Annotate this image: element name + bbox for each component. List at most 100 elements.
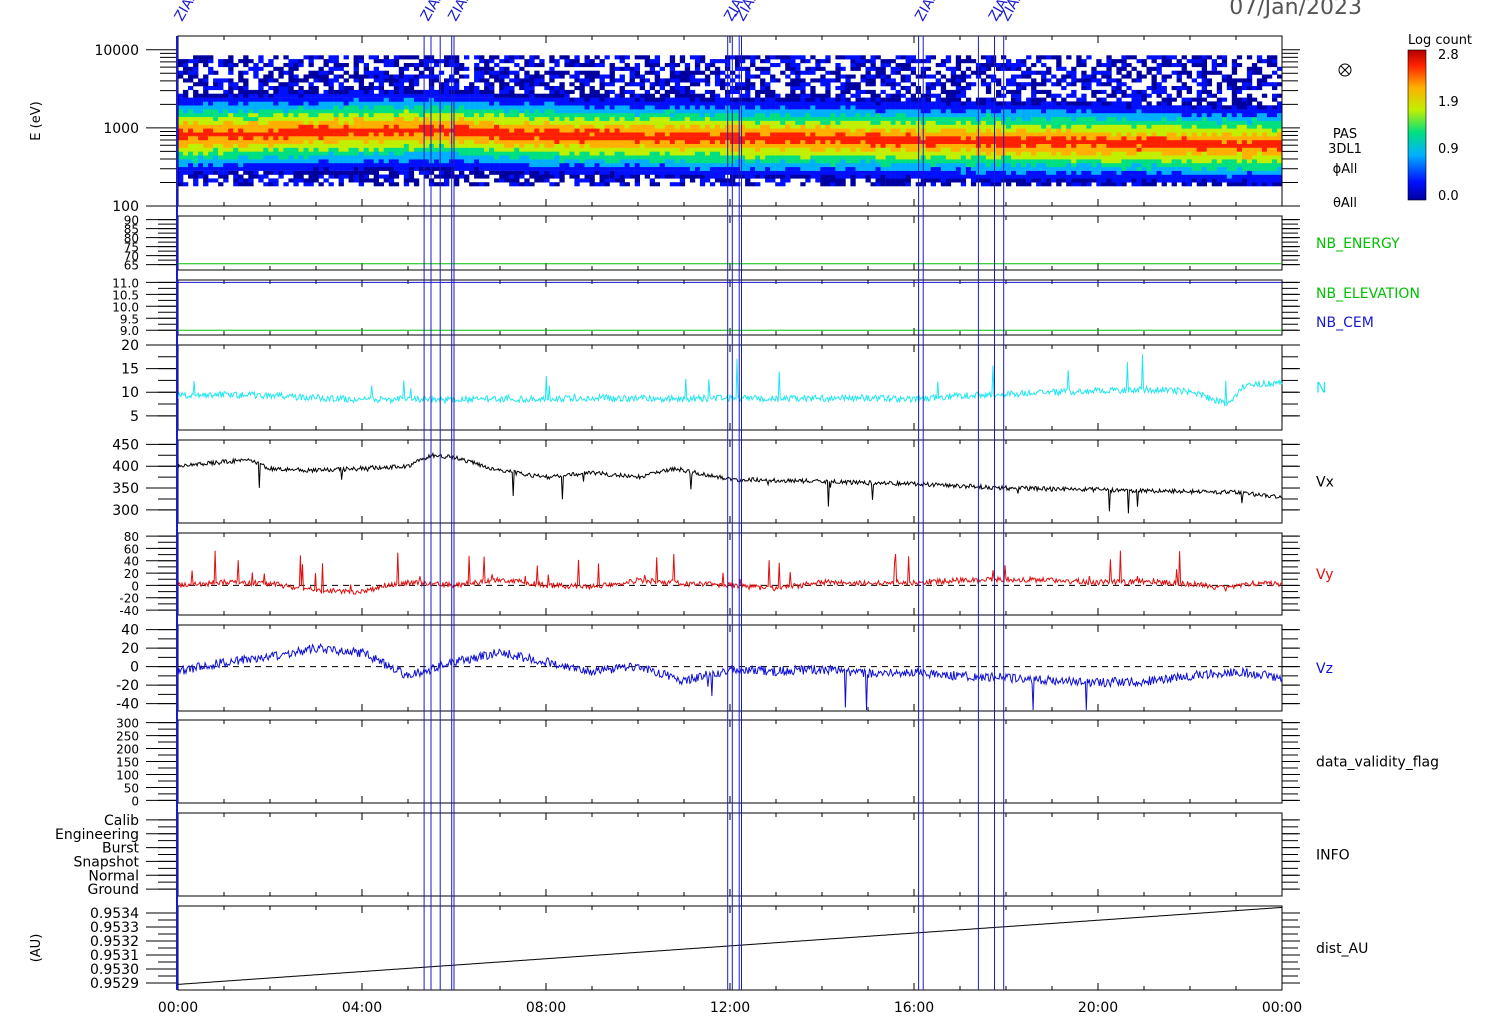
heatmap-cell [328, 182, 334, 187]
heatmap-cell [780, 170, 786, 175]
heatmap-cell [539, 151, 545, 156]
heatmap-cell [438, 86, 445, 91]
heatmap-cell [604, 143, 610, 148]
heatmap-cell [564, 155, 570, 160]
heatmap-cell [699, 174, 706, 179]
heatmap-cell [383, 116, 389, 121]
heatmap-cell [258, 109, 264, 114]
heatmap-cell [654, 116, 660, 121]
heatmap-cell [519, 66, 525, 71]
heatmap-cell [905, 147, 911, 152]
heatmap-cell [790, 93, 796, 98]
heatmap-cell [594, 93, 600, 98]
heatmap-cell [614, 97, 620, 102]
heatmap-cell [388, 78, 395, 83]
heatmap-cell [895, 170, 901, 175]
heatmap-cell [985, 132, 992, 137]
heatmap-cell [865, 163, 871, 168]
heatmap-cell [664, 116, 671, 121]
heatmap-cell [800, 101, 806, 106]
heatmap-cell [870, 116, 876, 121]
heatmap-cell [579, 151, 585, 156]
heatmap-cell [293, 89, 299, 94]
heatmap-cell [890, 109, 896, 114]
heatmap-cell [880, 70, 886, 75]
heatmap-cell [388, 109, 395, 114]
heatmap-cell [614, 166, 620, 171]
heatmap-cell [569, 113, 575, 118]
heatmap-cell [333, 124, 339, 129]
heatmap-cell [955, 124, 962, 129]
heatmap-cell [243, 120, 249, 125]
heatmap-cell [780, 124, 786, 129]
heatmap-cell [353, 178, 359, 183]
heatmap-cell [679, 170, 686, 175]
heatmap-cell [619, 136, 625, 141]
heatmap-cell [930, 128, 936, 133]
heatmap-cell [805, 124, 811, 129]
heatmap-cell [910, 147, 916, 152]
heatmap-cell [484, 132, 490, 137]
heatmap-cell [805, 155, 811, 160]
heatmap-cell [353, 143, 359, 148]
heatmap-cell [554, 86, 560, 91]
heatmap-cell [343, 55, 349, 60]
heatmap-cell [855, 82, 861, 87]
heatmap-cell [298, 63, 304, 68]
heatmap-cell [228, 59, 234, 64]
heatmap-cell [629, 159, 635, 164]
heatmap-cell [524, 132, 530, 137]
heatmap-cell [996, 155, 1002, 160]
heatmap-cell [323, 128, 329, 133]
heatmap-cell [223, 113, 229, 118]
heatmap-cell [805, 116, 811, 121]
heatmap-cell [885, 82, 891, 87]
heatmap-cell [689, 74, 696, 79]
heatmap-cell [604, 97, 610, 102]
heatmap-cell [765, 151, 771, 156]
heatmap-cell [900, 66, 906, 71]
heatmap-cell [569, 170, 575, 175]
heatmap-cell [619, 86, 625, 91]
heatmap-cell [805, 66, 811, 71]
heatmap-cell [413, 105, 420, 110]
heatmap-cell [990, 182, 997, 187]
heatmap-cell [373, 93, 379, 98]
heatmap-cell [674, 174, 681, 179]
heatmap-cell [539, 63, 545, 68]
heatmap-cell [699, 170, 706, 175]
heatmap-cell [218, 151, 224, 156]
heatmap-cell [479, 159, 485, 164]
heatmap-cell [579, 120, 585, 125]
heatmap-cell [860, 124, 866, 129]
heatmap-cell [775, 124, 781, 129]
heatmap-cell [1026, 151, 1032, 156]
heatmap-cell [479, 143, 485, 148]
heatmap-cell [599, 147, 605, 152]
heatmap-cell [459, 89, 465, 94]
heatmap-cell [589, 155, 595, 160]
heatmap-cell [750, 147, 756, 152]
heatmap-cell [323, 109, 329, 114]
heatmap-cell [258, 159, 264, 164]
heatmap-cell [589, 116, 595, 121]
heatmap-cell [584, 170, 590, 175]
heatmap-cell [870, 166, 876, 171]
heatmap-cell [589, 159, 595, 164]
heatmap-cell [348, 93, 354, 98]
heatmap-cell [800, 166, 806, 171]
heatmap-cell [750, 113, 756, 118]
heatmap-cell [709, 89, 716, 94]
heatmap-cell [775, 159, 781, 164]
heatmap-cell [268, 109, 274, 114]
heatmap-cell [669, 101, 676, 106]
heatmap-cell [238, 124, 244, 129]
heatmap-cell [474, 143, 480, 148]
heatmap-cell [875, 105, 881, 110]
heatmap-cell [423, 105, 430, 110]
heatmap-cell [1021, 170, 1027, 175]
heatmap-cell [554, 101, 560, 106]
heatmap-cell [454, 66, 460, 71]
heatmap-cell [423, 159, 430, 164]
heatmap-cell [775, 128, 781, 133]
